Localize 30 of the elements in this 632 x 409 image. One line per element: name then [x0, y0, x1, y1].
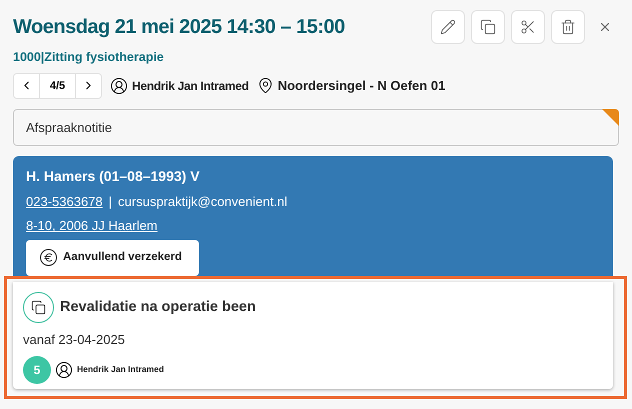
copy-icon [480, 19, 496, 35]
address-link[interactable]: 8-10, 2006 JJ Haarlem [26, 216, 158, 236]
patient-name: H. Hamers (01–08–1993) V [26, 166, 201, 186]
delete-button[interactable] [551, 10, 585, 44]
euro-coin-icon [40, 249, 57, 266]
edit-button[interactable] [431, 10, 465, 44]
session-count-badge: 5 [23, 356, 51, 384]
scissors-icon [520, 19, 536, 35]
start-date: vanaf 23-04-2025 [23, 331, 126, 349]
cut-button[interactable] [511, 10, 545, 44]
user-icon [110, 76, 128, 95]
close-icon [598, 20, 612, 34]
appointment-type: 1000|Zitting fysiotherapie [13, 49, 165, 66]
phone-link[interactable]: 023-5363678 [26, 192, 103, 212]
insurance-button[interactable]: Aanvullend verzekerd [26, 240, 199, 276]
note-field[interactable]: Afspraaknotitie [13, 108, 619, 146]
user-icon [55, 360, 73, 378]
location-name: Noordersingel - N Oefen 01 [278, 77, 446, 95]
email-address: cursuspraktijk@convenient.nl [118, 192, 288, 211]
practitioner-name: Hendrik Jan Intramed [77, 363, 164, 376]
page-indicator: 4/5 [40, 74, 76, 98]
separator: | [108, 192, 112, 211]
treatment-title: Revalidatie na operatie been [60, 298, 256, 317]
appointment-title: Woensdag 21 mei 2025 14:30 – 15:00 [13, 15, 345, 40]
copy-button[interactable] [471, 10, 505, 44]
practitioner-name: Hendrik Jan Intramed [132, 78, 249, 95]
location-pin-icon [256, 77, 274, 94]
trash-icon [560, 19, 576, 35]
pencil-icon [440, 19, 456, 35]
documents-icon [23, 292, 54, 323]
